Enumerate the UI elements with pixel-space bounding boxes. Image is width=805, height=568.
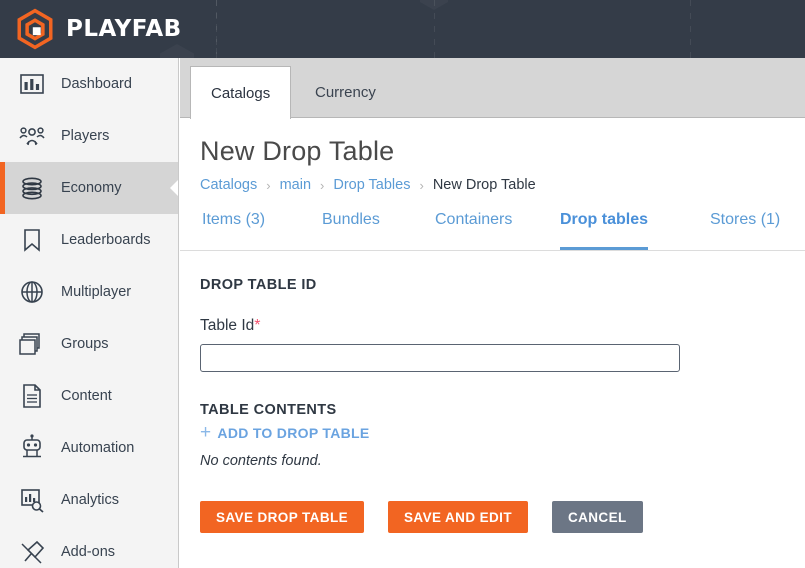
playfab-hexagon-logo-icon [17, 8, 53, 50]
breadcrumb-separator-icon: › [266, 177, 271, 193]
subtab-label: Items (3) [202, 211, 266, 228]
bookmark-icon [24, 229, 40, 252]
table-id-label: Table Id* [200, 317, 805, 335]
form-action-buttons: SAVE DROP TABLE SAVE AND EDIT CANCEL [200, 501, 805, 533]
page-title: New Drop Table [200, 136, 395, 166]
tab-label: Currency [315, 84, 376, 101]
subtab-items[interactable]: Items (3) [202, 209, 265, 250]
sub-tab-bar: Items (3) Bundles Containers Drop tables… [180, 209, 805, 251]
coins-stack-icon [22, 177, 42, 200]
sidebar-item-content[interactable]: Content [0, 370, 178, 422]
top-header-bar: PLAYFAB [0, 0, 805, 58]
sidebar-item-label: Players [61, 128, 110, 144]
sidebar-item-add-ons[interactable]: Add-ons [0, 526, 178, 568]
required-marker-icon: * [254, 317, 261, 334]
sidebar-item-label: Multiplayer [61, 284, 132, 300]
sidebar-item-label: Content [61, 388, 112, 404]
breadcrumb: Catalogs › main › Drop Tables › New Drop… [200, 177, 805, 193]
brand-logo[interactable]: PLAYFAB [14, 8, 182, 50]
save-and-edit-button[interactable]: SAVE AND EDIT [388, 501, 528, 533]
sidebar-item-label: Add-ons [61, 544, 116, 560]
sidebar-item-label: Automation [61, 440, 135, 456]
layers-icon [19, 333, 40, 355]
cancel-button[interactable]: CANCEL [551, 501, 643, 533]
sidebar-item-analytics[interactable]: Analytics [0, 474, 178, 526]
empty-contents-message: No contents found. [200, 453, 322, 469]
sidebar-item-leaderboards[interactable]: Leaderboards [0, 214, 178, 266]
breadcrumb-item-drop-tables[interactable]: Drop Tables [333, 177, 410, 193]
breadcrumb-item-main[interactable]: main [280, 177, 311, 193]
plug-icon [21, 540, 45, 564]
brand-name: PLAYFAB [66, 16, 182, 42]
page-header: New Drop Table Catalogs › main › Drop Ta… [180, 118, 805, 193]
sidebar-item-label: Dashboard [61, 76, 132, 92]
section-heading-drop-table-id: DROP TABLE ID [200, 277, 317, 293]
subtab-containers[interactable]: Containers [435, 209, 512, 250]
plus-icon: + [200, 422, 212, 443]
breadcrumb-separator-icon: › [419, 177, 424, 193]
sidebar-item-label: Economy [61, 180, 122, 196]
globe-icon [21, 281, 43, 303]
add-to-drop-table-button[interactable]: + ADD TO DROP TABLE [200, 422, 805, 443]
add-to-drop-table-label: ADD TO DROP TABLE [217, 425, 370, 441]
subtab-label: Containers [435, 211, 513, 228]
header-dash-line [216, 0, 217, 58]
table-id-label-text: Table Id [200, 317, 255, 334]
people-icon [19, 127, 45, 146]
header-hexagon-decoration [420, 0, 448, 10]
header-dash-line [690, 0, 691, 58]
table-id-input[interactable] [200, 344, 680, 372]
subtab-label: Drop tables [560, 211, 649, 228]
sidebar-nav: Dashboard Players Economy Leaderboards M… [0, 58, 179, 568]
breadcrumb-item-catalogs[interactable]: Catalogs [200, 177, 257, 193]
app-root: PLAYFAB Dashboard Players Economy Leader… [0, 0, 805, 568]
subtab-stores[interactable]: Stores (1) [710, 209, 780, 250]
breadcrumb-item-current: New Drop Table [432, 177, 536, 193]
subtab-label: Bundles [322, 211, 380, 228]
bar-chart-icon [20, 74, 44, 94]
sidebar-item-groups[interactable]: Groups [0, 318, 178, 370]
robot-icon [23, 434, 41, 458]
chart-search-icon [21, 489, 44, 513]
top-tab-strip: Catalogs Currency [180, 58, 805, 119]
subtab-bundles[interactable]: Bundles [322, 209, 380, 250]
drop-table-form: DROP TABLE ID Table Id* TABLE CONTENTS +… [180, 251, 805, 533]
breadcrumb-separator-icon: › [320, 177, 325, 193]
subtab-drop-tables[interactable]: Drop tables [560, 209, 649, 250]
main-content: Catalogs Currency New Drop Table Catalog… [180, 58, 805, 568]
sidebar-item-automation[interactable]: Automation [0, 422, 178, 474]
document-icon [23, 384, 41, 408]
sidebar-item-label: Analytics [61, 492, 120, 508]
sidebar-item-label: Groups [61, 336, 109, 352]
sidebar-item-multiplayer[interactable]: Multiplayer [0, 266, 178, 318]
tab-catalogs[interactable]: Catalogs [190, 66, 292, 119]
save-drop-table-button[interactable]: SAVE DROP TABLE [200, 501, 365, 533]
sidebar-item-economy[interactable]: Economy [0, 162, 178, 214]
section-heading-table-contents: TABLE CONTENTS [200, 402, 337, 418]
sidebar-item-dashboard[interactable]: Dashboard [0, 58, 178, 110]
sidebar-item-label: Leaderboards [61, 232, 151, 248]
sidebar-item-players[interactable]: Players [0, 110, 178, 162]
tab-label: Catalogs [211, 84, 271, 102]
tab-currency[interactable]: Currency [295, 66, 396, 119]
subtab-label: Stores (1) [710, 211, 781, 228]
